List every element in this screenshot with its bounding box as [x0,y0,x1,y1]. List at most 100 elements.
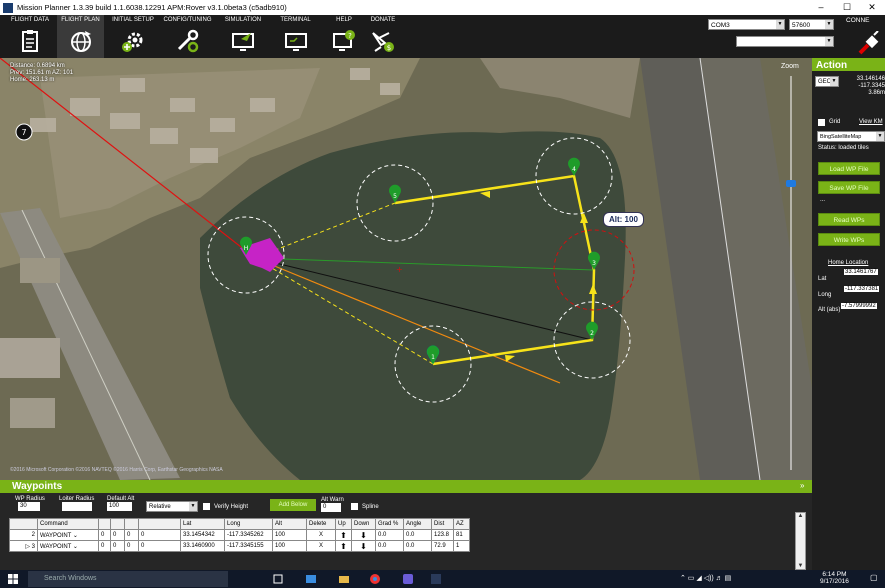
spline-checkbox[interactable] [351,503,358,510]
action-panel-footer [812,480,885,570]
loiter-radius-input[interactable] [62,502,92,511]
scroll-down-icon[interactable]: ▼ [796,563,805,569]
param-cell[interactable]: 0 [138,529,181,541]
map-canvas[interactable]: + 1 2 3 4 5 H 7 [0,58,812,480]
tab-flight-plan[interactable]: FLIGHT PLAN [57,15,104,58]
verify-height-label: Verify Height [214,504,249,510]
param-cell[interactable]: 0 [124,540,139,552]
home-lat-field[interactable]: 33.1461767 [844,269,878,275]
alt-cell[interactable]: 100 [272,540,307,552]
clipboard-icon [22,30,38,52]
file-explorer-icon[interactable] [338,573,350,585]
table-row[interactable]: ▷ 3 WAYPOINT ⌄ 0 0 0 0 33.1460900 -117.3… [9,540,470,552]
link-select[interactable]: ▼ [736,36,834,47]
clock[interactable]: 6:14 PM 9/17/2016 [820,571,849,585]
grad-cell: 0.0 [375,540,404,552]
com-port-select[interactable]: COM3 ▼ [708,19,785,30]
chrome-icon[interactable] [369,573,381,585]
frame-select[interactable]: Relative ▼ [146,501,198,512]
alt-warn-input[interactable]: 0 [321,503,341,512]
camera-icon[interactable] [402,573,414,585]
row-number: 2 [9,529,38,541]
col-header: Dist [431,518,454,530]
chevron-down-icon: ▼ [825,20,833,29]
lat-cell[interactable]: 33.1460900 [180,540,225,552]
home-alt-field[interactable]: -7.57999992 [841,303,877,309]
status-text: Status: loaded tiles [818,145,869,151]
up-arrow-icon[interactable]: ⬆ [335,540,352,552]
col-header: Grad % [375,518,404,530]
table-scrollbar[interactable]: ▲ ▼ [795,512,806,570]
grid-checkbox[interactable] [818,119,825,126]
down-arrow-icon[interactable]: ⬇ [351,540,376,552]
verify-height-checkbox[interactable] [203,503,210,510]
tab-simulation[interactable]: SIMULATION [218,15,268,58]
home-label: H [244,245,249,252]
tab-terminal[interactable]: TERMINAL [273,15,318,58]
param-cell[interactable]: 0 [98,540,111,552]
add-below-button[interactable]: Add Below [270,499,316,511]
plane-dollar-icon: $ [372,32,394,52]
az-cell: 1 [453,540,470,552]
command-select[interactable]: WAYPOINT ⌄ [37,540,99,552]
view-kml-link[interactable]: View KM [859,119,883,125]
search-input[interactable]: Search Windows [28,571,228,587]
tab-donate[interactable]: DONATE $ [362,15,404,58]
delete-button[interactable]: X [306,540,336,552]
tab-help[interactable]: HELP ? [323,15,365,58]
baud-rate-select[interactable]: 57600 ▼ [789,19,834,30]
tab-config-tuning[interactable]: CONFIG/TUNING [160,15,215,58]
load-wp-button[interactable]: Load WP File [818,162,880,175]
mission-planner-icon[interactable] [430,573,442,585]
zoom-slider-thumb[interactable] [786,180,796,187]
param-cell[interactable]: 0 [138,540,181,552]
param-cell[interactable]: 0 [98,529,111,541]
delete-button[interactable]: X [306,529,336,541]
command-select[interactable]: WAYPOINT ⌄ [37,529,99,541]
col-header: Angle [403,518,432,530]
map-provider-select[interactable]: BingSatelliteMap ▼ [817,131,885,142]
tab-initial-setup[interactable]: INITIAL SETUP [108,15,158,58]
connect-label[interactable]: CONNE [846,17,869,24]
table-row[interactable]: 2 WAYPOINT ⌄ 0 0 0 0 33.1454342 -117.334… [9,529,470,541]
up-arrow-icon[interactable]: ⬆ [335,529,352,541]
minimize-button[interactable]: – [808,0,834,15]
param-cell[interactable]: 0 [110,540,125,552]
wp-radius-input[interactable]: 30 [18,502,40,511]
satellite-map[interactable]: + 1 2 3 4 5 H 7 Distance: 0.6894 km Prev… [0,58,812,480]
lat-cell[interactable]: 33.1454342 [180,529,225,541]
write-wps-button[interactable]: Write WPs [818,233,880,246]
down-arrow-icon[interactable]: ⬇ [351,529,376,541]
action-panel: Action GEO ▼ 33.146146 -117.3345 3.86m Gr… [812,58,885,480]
read-wps-button[interactable]: Read WPs [818,213,880,226]
maximize-button[interactable]: ☐ [834,0,860,15]
tab-flight-data[interactable]: FLIGHT DATA [0,15,60,58]
svg-text:$: $ [387,44,391,52]
windows-start-icon[interactable] [8,574,18,584]
home-long-field[interactable]: -117.337381 [844,286,880,292]
expand-icon[interactable]: » [800,481,804,490]
tray-icons[interactable]: ⌃ ▭ ◢ ◁)) ♬ ▤ [680,574,731,582]
row-number: ▷ 3 [9,540,38,552]
scroll-up-icon[interactable]: ▲ [796,513,805,519]
close-button[interactable]: ✕ [859,0,885,15]
coord-mode-select[interactable]: GEO ▼ [815,76,839,87]
col-header: Lat [180,518,225,530]
store-icon[interactable] [305,573,317,585]
home-lat-label: Lat [818,276,827,282]
gear-plus-icon [122,32,143,52]
main-toolbar: FLIGHT DATA FLIGHT PLAN INITIAL SETUP CO… [0,15,885,58]
connect-plug-icon[interactable] [856,31,882,57]
task-view-icon[interactable] [272,573,284,585]
notifications-icon[interactable]: ▢ [870,573,878,582]
chevron-down-icon: ▼ [776,20,784,29]
param-cell[interactable]: 0 [110,529,125,541]
param-cell[interactable]: 0 [124,529,139,541]
col-header [110,518,125,530]
save-wp-button[interactable]: Save WP File [818,181,880,194]
waypoint-label: 1 [431,354,435,361]
long-cell[interactable]: -117.3345155 [224,540,273,552]
alt-cell[interactable]: 100 [272,529,307,541]
long-cell[interactable]: -117.3345262 [224,529,273,541]
default-alt-input[interactable]: 100 [107,502,132,511]
